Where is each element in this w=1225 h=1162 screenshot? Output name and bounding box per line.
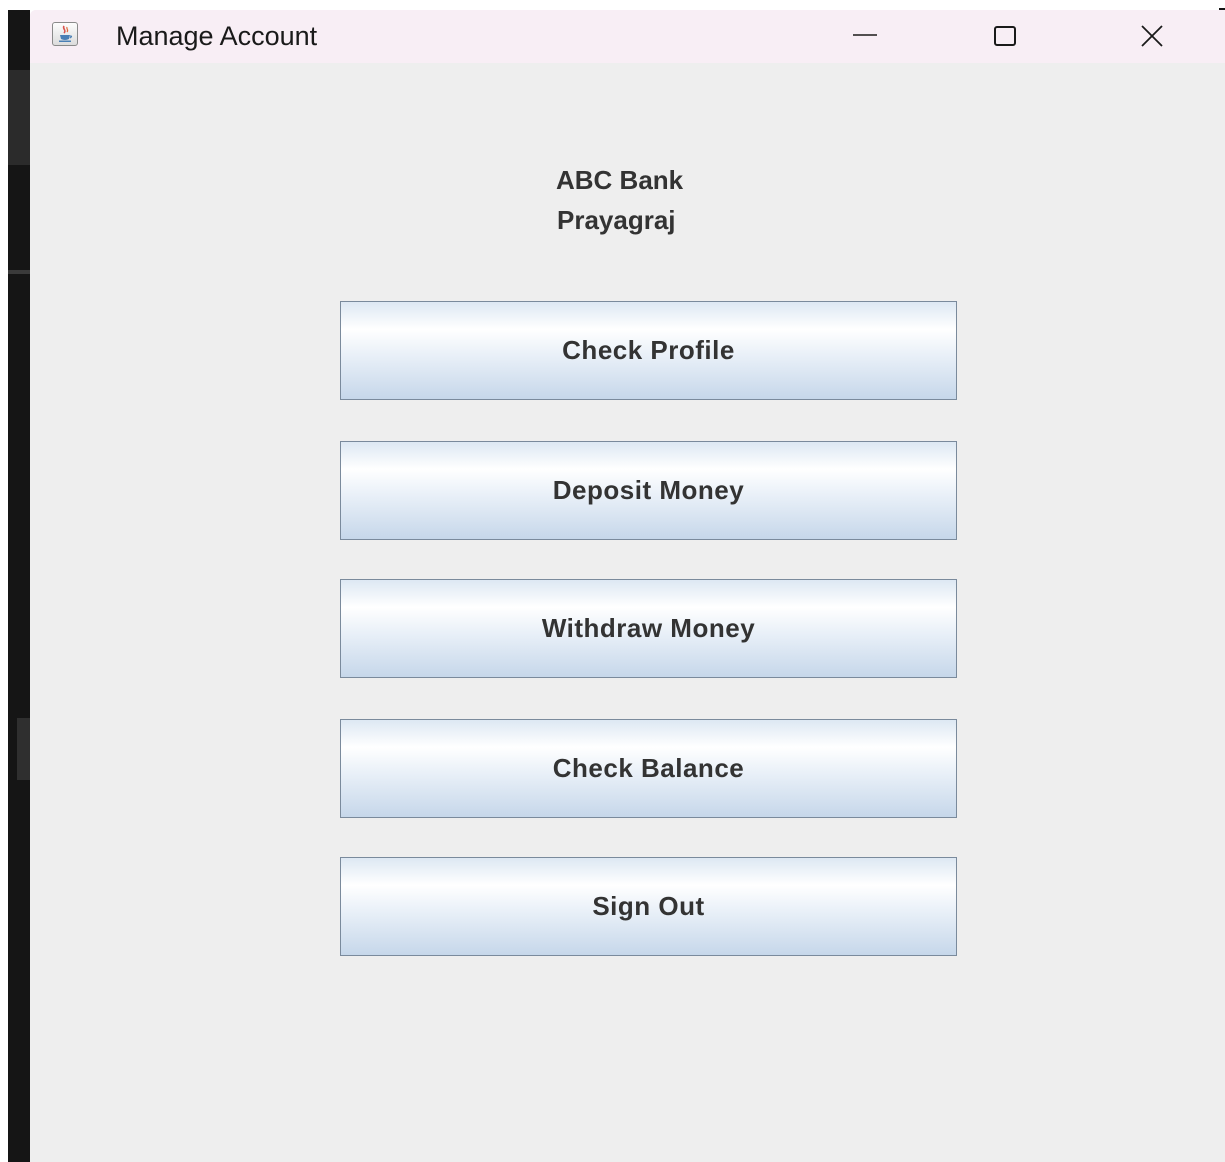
minimize-button[interactable] [830, 10, 900, 63]
title-bar[interactable]: Manage Account [30, 10, 1225, 63]
window-title: Manage Account [116, 21, 318, 51]
maximize-icon [994, 26, 1016, 46]
sign-out-button[interactable]: Sign Out [340, 857, 957, 956]
check-profile-button[interactable]: Check Profile [340, 301, 957, 400]
java-cup-icon [52, 22, 78, 46]
background-scrollbar [17, 718, 30, 780]
manage-account-window: Manage Account ABC Bank Prayagraj Check … [30, 10, 1225, 1162]
background-window-edge [8, 10, 30, 1162]
maximize-button[interactable] [970, 10, 1040, 63]
close-button[interactable] [1117, 10, 1187, 63]
check-balance-button[interactable]: Check Balance [340, 719, 957, 818]
minimize-icon [853, 34, 877, 36]
close-icon [1141, 25, 1163, 47]
background-desktop [0, 0, 30, 1162]
background-panel-segment [8, 70, 30, 165]
deposit-money-button[interactable]: Deposit Money [340, 441, 957, 540]
bank-branch: Prayagraj [557, 205, 676, 235]
withdraw-money-button[interactable]: Withdraw Money [340, 579, 957, 678]
bank-name: ABC Bank [556, 165, 684, 195]
background-divider [8, 270, 30, 274]
